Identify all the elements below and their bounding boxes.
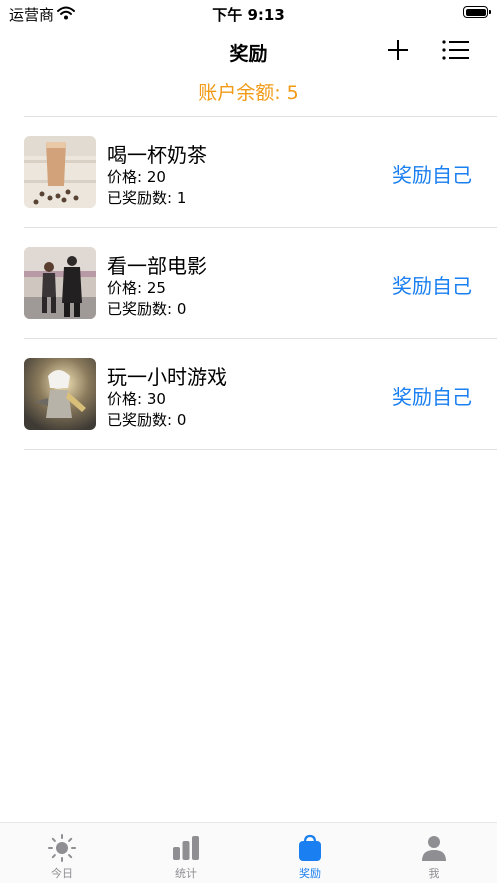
tab-me[interactable]: 我 [372, 823, 496, 883]
bar-chart-icon [173, 836, 199, 860]
clock: 下午 9:13 [212, 6, 285, 24]
navigation-bar: 奖励 [0, 34, 497, 68]
reward-count: 已奖励数: 1 [107, 189, 187, 207]
tab-today[interactable]: 今日 [0, 823, 124, 883]
reward-self-button[interactable]: 奖励自己 [392, 159, 472, 188]
reward-self-button[interactable]: 奖励自己 [392, 270, 472, 299]
account-balance: 账户余额: 5 [0, 78, 497, 105]
plus-icon [388, 40, 408, 60]
reward-self-button[interactable]: 奖励自己 [392, 381, 472, 410]
balance-label: 账户余额: [198, 82, 281, 104]
reward-title: 玩一小时游戏 [107, 365, 227, 389]
reward-count: 已奖励数: 0 [107, 411, 187, 429]
reward-list: 喝一杯奶茶 价格: 20 已奖励数: 1 奖励自己 看一部电影 价格: 25 已… [24, 116, 497, 450]
status-bar: 运营商 下午 9:13 [0, 0, 497, 26]
tab-statistics[interactable]: 统计 [124, 823, 248, 883]
tab-label: 今日 [51, 867, 73, 880]
reward-title: 喝一杯奶茶 [107, 143, 207, 167]
tab-label: 奖励 [299, 867, 321, 880]
balance-value: 5 [286, 82, 299, 104]
person-icon [422, 836, 446, 861]
movie-thumbnail [24, 247, 96, 319]
list-icon [442, 40, 469, 60]
list-item: 看一部电影 价格: 25 已奖励数: 0 奖励自己 [24, 228, 497, 339]
reward-title: 看一部电影 [107, 254, 207, 278]
reward-count: 已奖励数: 0 [107, 300, 187, 318]
tab-bar: 今日 统计 奖励 我 [0, 822, 497, 883]
bag-icon [299, 834, 321, 861]
reward-price: 价格: 30 [107, 390, 166, 408]
game-thumbnail [24, 358, 96, 430]
add-reward-button[interactable] [385, 37, 411, 63]
reward-price: 价格: 25 [107, 279, 166, 297]
battery-icon [463, 6, 491, 18]
list-item: 喝一杯奶茶 价格: 20 已奖励数: 1 奖励自己 [24, 117, 497, 228]
list-item: 玩一小时游戏 价格: 30 已奖励数: 0 奖励自己 [24, 339, 497, 450]
tab-label: 我 [428, 867, 440, 880]
milk-tea-thumbnail [24, 136, 96, 208]
page-title: 奖励 [229, 43, 268, 65]
sun-icon [48, 834, 76, 862]
tab-rewards[interactable]: 奖励 [248, 823, 372, 883]
reward-price: 价格: 20 [107, 168, 166, 186]
list-menu-button[interactable] [441, 37, 471, 63]
tab-label: 统计 [175, 867, 197, 880]
